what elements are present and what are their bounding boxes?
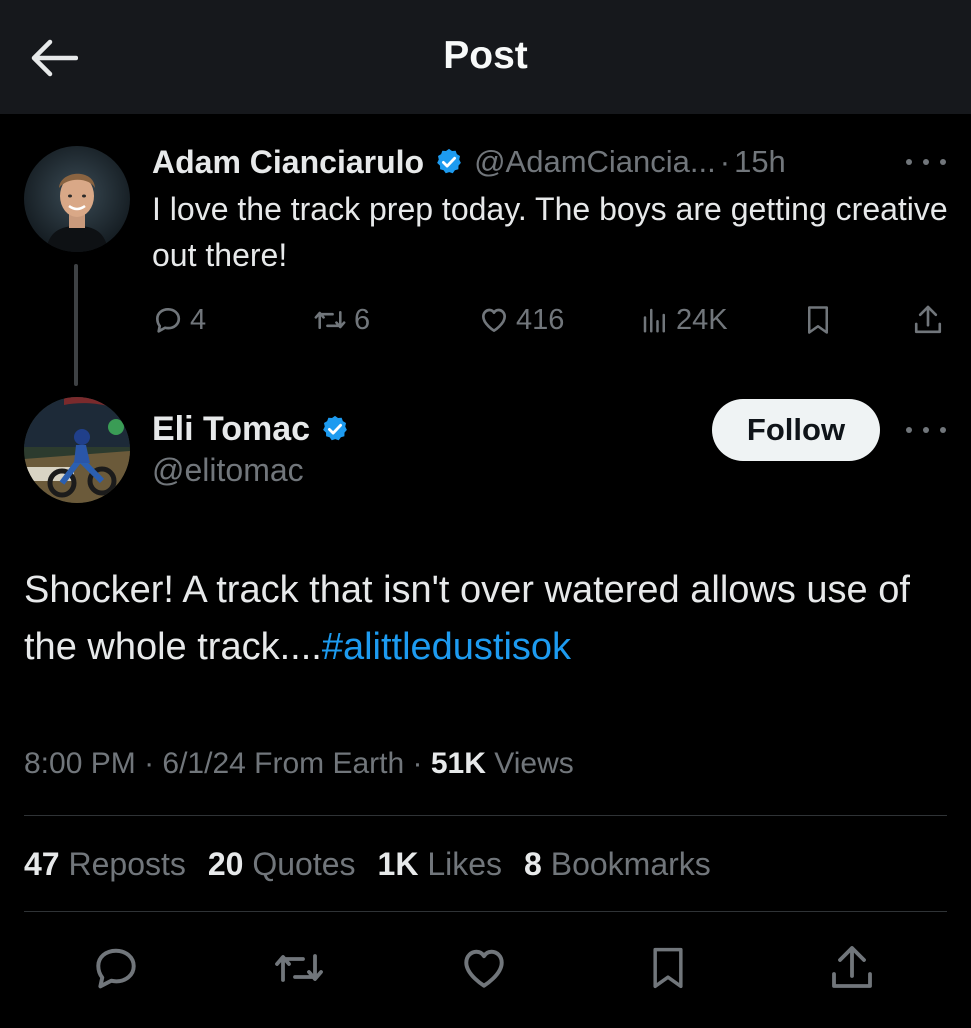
like-button[interactable]: [456, 940, 512, 996]
post-views-count: 51K: [430, 747, 486, 780]
reposts-count: 47: [24, 845, 60, 882]
bookmark-button[interactable]: [640, 940, 696, 996]
bookmarks-label: Bookmarks: [541, 845, 711, 882]
parent-actions-bar: 4 6 416 24K: [0, 300, 971, 340]
parent-reply-count: 4: [190, 303, 207, 336]
post-engagement-stats: 47 Reposts 20 Quotes 1K Likes 8 Bookmark…: [24, 842, 954, 886]
post-views-label: Views: [485, 747, 574, 780]
parent-repost-button[interactable]: 6: [312, 300, 370, 340]
reply-icon: [156, 308, 181, 333]
bookmarks-stat[interactable]: 8 Bookmarks: [524, 846, 711, 883]
verified-badge-icon: [323, 415, 347, 441]
parent-repost-count: 6: [354, 303, 371, 336]
post-author-handle[interactable]: @elitomac: [152, 452, 304, 489]
separator-dot: ·: [135, 747, 163, 780]
parent-like-button[interactable]: 416: [478, 300, 564, 340]
share-button[interactable]: [824, 940, 880, 996]
top-bar: Post: [0, 0, 971, 114]
parent-views-count: 24K: [676, 303, 728, 336]
repost-button[interactable]: [271, 940, 327, 996]
post-time[interactable]: 8:00 PM: [24, 747, 136, 781]
heart-icon: [482, 308, 506, 332]
parent-views-button[interactable]: 24K: [640, 300, 728, 340]
parent-post-header: Adam Cianciarulo @AdamCiancia... · 15h: [152, 140, 952, 184]
parent-more-icon[interactable]: [906, 152, 946, 172]
quotes-stat[interactable]: 20 Quotes: [208, 846, 356, 883]
verified-badge-icon: [437, 148, 461, 174]
reply-icon: [96, 948, 136, 989]
divider: [24, 911, 947, 912]
parent-share-button[interactable]: [912, 300, 944, 340]
likes-count: 1K: [377, 845, 419, 882]
heart-icon: [464, 949, 504, 988]
parent-post-text: I love the track prep today. The boys ar…: [152, 191, 948, 273]
likes-stat[interactable]: 1K Likes: [378, 846, 503, 883]
post-hashtag-link[interactable]: #alittledustisok: [322, 626, 571, 668]
post-author-row: Eli Tomac: [152, 406, 350, 452]
parent-author-handle[interactable]: @AdamCiancia...: [474, 144, 716, 180]
parent-author-name[interactable]: Adam Cianciarulo: [152, 144, 424, 181]
bookmarks-count: 8: [524, 845, 542, 882]
share-icon: [832, 946, 872, 988]
post-actions-bar: [0, 940, 971, 996]
separator-dot: ·: [404, 747, 431, 780]
post-author-name[interactable]: Eli Tomac: [152, 410, 310, 449]
parent-post-time[interactable]: 15h: [734, 144, 786, 180]
post-date[interactable]: 6/1/24: [162, 747, 245, 781]
quotes-label: Quotes: [243, 845, 356, 882]
parent-bookmark-button[interactable]: [803, 300, 833, 340]
parent-reply-button[interactable]: 4: [152, 300, 206, 340]
avatar-adam-cianciarulo[interactable]: [24, 146, 130, 252]
page-title: Post: [443, 34, 528, 77]
post-text: Shocker! A track that isn't over watered…: [24, 562, 954, 676]
quotes-count: 20: [207, 845, 244, 882]
views-bar-icon: [643, 308, 665, 333]
follow-button[interactable]: Follow: [712, 399, 880, 461]
post-more-icon[interactable]: [906, 420, 946, 440]
parent-like-count: 416: [516, 303, 565, 336]
repost-icon: [275, 954, 323, 982]
divider: [24, 815, 947, 816]
post-metadata: 8:00 PM · 6/1/24 From Earth · 51K Views: [24, 744, 954, 784]
bookmark-icon: [808, 306, 828, 334]
avatar-eli-tomac[interactable]: [24, 397, 130, 503]
reposts-stat[interactable]: 47 Reposts: [24, 846, 186, 883]
reposts-label: Reposts: [59, 845, 186, 882]
share-icon: [914, 305, 942, 334]
post-source: From Earth: [245, 747, 405, 780]
repost-icon: [314, 311, 346, 329]
reply-button[interactable]: [88, 940, 144, 996]
bookmark-icon: [653, 947, 683, 989]
likes-label: Likes: [418, 845, 503, 882]
separator-dot: ·: [719, 144, 731, 179]
